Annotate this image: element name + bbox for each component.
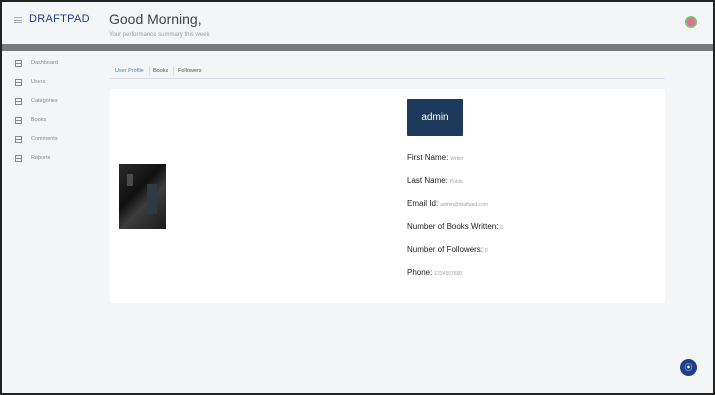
tab-books[interactable]: Books (153, 68, 168, 74)
page-subtitle: Your performance summary this week (109, 32, 210, 38)
field-followers: Number of Followers: 0 (407, 245, 488, 254)
role-button[interactable]: admin (407, 99, 463, 136)
sidebar-item-label: Dashboard (31, 60, 58, 66)
field-label: Last Name: (407, 176, 448, 185)
tab-divider (149, 66, 150, 76)
tab-user-profile[interactable]: User Profile (115, 68, 144, 74)
page-greeting: Good Morning, (109, 11, 202, 27)
field-value: 0 (500, 225, 504, 231)
field-value: 1234567890 (434, 271, 463, 277)
field-value: 0 (485, 248, 488, 254)
sidebar-item-label: Books (31, 117, 47, 123)
sidebar-item-label: Comments (31, 136, 58, 142)
chat-fab-button[interactable]: ⦿ (680, 359, 697, 376)
sidebar-item-comments[interactable]: Comments (15, 134, 58, 144)
field-value: Public (449, 179, 464, 185)
grid-icon (15, 116, 22, 124)
field-value: Writer (450, 156, 464, 162)
grid-icon (15, 135, 22, 143)
field-label: Number of Books Written: (407, 222, 499, 231)
user-avatar[interactable] (685, 16, 697, 28)
chat-icon: ⦿ (684, 363, 693, 372)
sidebar-item-categories[interactable]: Categories (15, 96, 58, 106)
sidebar-item-label: Users (31, 79, 46, 85)
field-first-name: First Name: Writer (407, 153, 464, 162)
sidebar-item-users[interactable]: Users (15, 77, 45, 87)
sidebar-item-label: Reports (31, 155, 51, 161)
sidebar-item-dashboard[interactable]: Dashboard (15, 58, 58, 68)
grid-icon (15, 97, 22, 105)
field-books-written: Number of Books Written: 0 (407, 222, 503, 231)
field-label: Number of Followers: (407, 245, 484, 254)
header-divider-band (2, 44, 713, 51)
field-email: Email Id: admin@draftpad.com (407, 199, 488, 208)
profile-tabs: User Profile Books Followers (110, 65, 665, 79)
app-logo[interactable]: DRAFTPAD (29, 13, 90, 25)
profile-card: admin First Name: Writer Last Name: Public… (110, 89, 665, 303)
grid-icon (15, 154, 22, 162)
app-frame: DRAFTPAD Good Morning, Your performance … (0, 0, 715, 395)
field-value: admin@draftpad.com (440, 202, 489, 208)
field-label: Email Id: (407, 199, 439, 208)
grid-icon (15, 59, 22, 67)
grid-icon (15, 78, 22, 86)
top-header: DRAFTPAD Good Morning, Your performance … (2, 2, 713, 42)
sidebar-item-reports[interactable]: Reports (15, 153, 50, 163)
field-last-name: Last Name: Public (407, 176, 464, 185)
profile-photo (119, 164, 166, 229)
field-phone: Phone: 1234567890 (407, 268, 462, 277)
sidebar-item-books[interactable]: Books (15, 115, 46, 125)
tab-followers[interactable]: Followers (178, 68, 202, 74)
field-label: Phone: (407, 268, 433, 277)
tab-divider (173, 66, 174, 76)
sidebar-item-label: Categories (31, 98, 58, 104)
field-label: First Name: (407, 153, 449, 162)
hamburger-menu-icon[interactable] (14, 17, 22, 23)
